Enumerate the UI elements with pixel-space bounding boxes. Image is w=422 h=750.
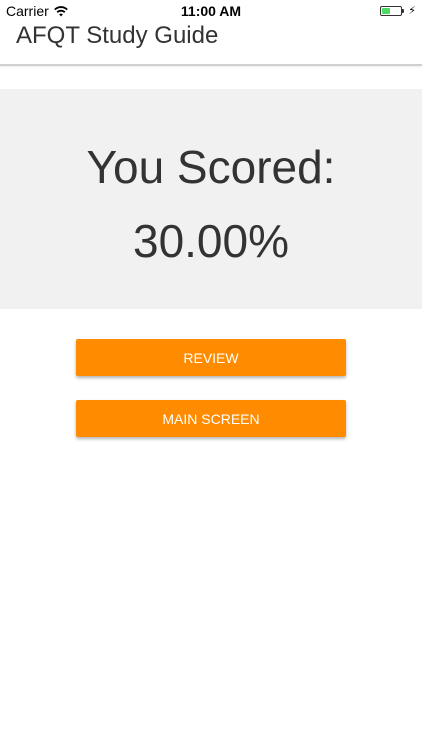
main-screen-button[interactable]: MAIN SCREEN bbox=[76, 400, 346, 437]
score-value: 30.00% bbox=[132, 215, 289, 267]
score-heading: You Scored: bbox=[86, 141, 336, 193]
score-panel: You Scored: 30.00% bbox=[0, 89, 422, 309]
app-header: AFQT Study Guide bbox=[0, 22, 422, 66]
battery-level-fill bbox=[382, 7, 391, 14]
status-time: 11:00 AM bbox=[180, 3, 242, 19]
bolt-icon: ⚡ bbox=[408, 5, 416, 17]
battery-icon bbox=[380, 5, 405, 16]
review-button[interactable]: REVIEW bbox=[76, 339, 346, 376]
page-title: AFQT Study Guide bbox=[16, 22, 219, 49]
battery-group: ⚡ bbox=[380, 4, 416, 17]
status-bar: Carrier 11:00 AM ⚡ bbox=[0, 0, 422, 22]
